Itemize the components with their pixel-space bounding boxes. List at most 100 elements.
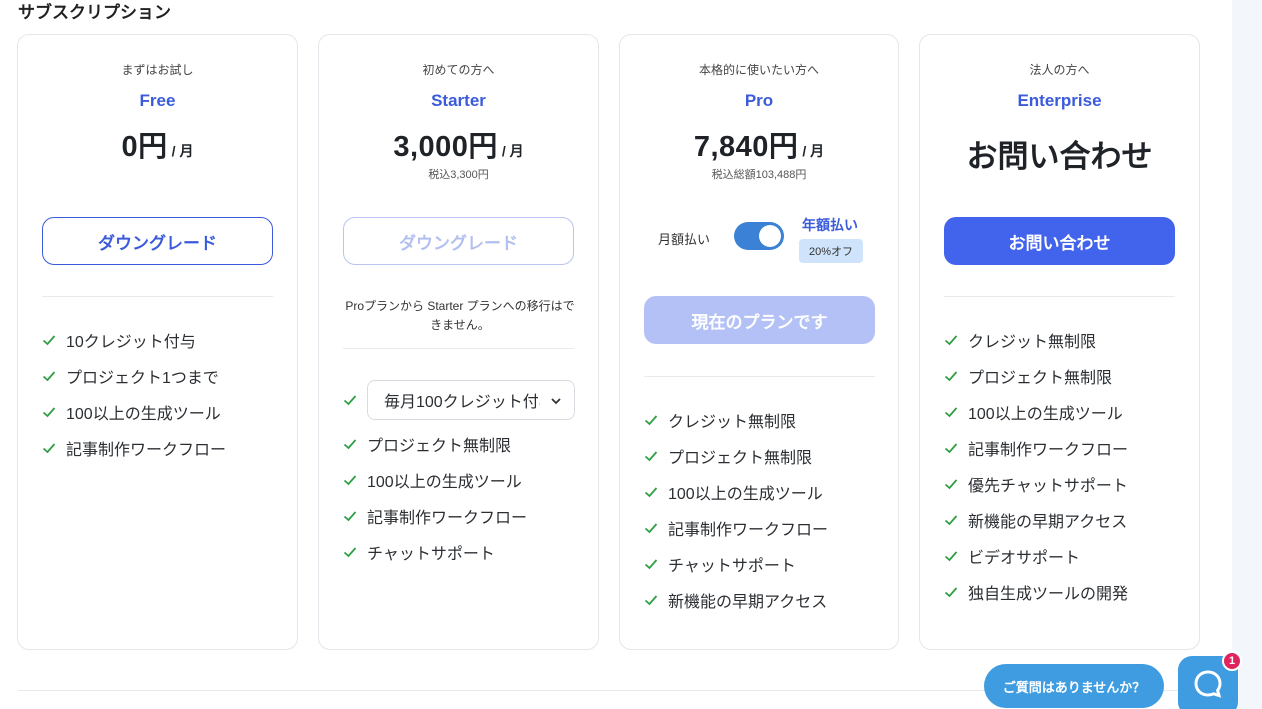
feature-label: 記事制作ワークフロー	[367, 510, 528, 527]
feature-list: クレジット無制限 プロジェクト無制限 100以上の生成ツール 記事制作ワークフロ…	[644, 402, 884, 618]
feature-item: プロジェクト無制限	[944, 358, 1184, 394]
feature-item: 100以上の生成ツール	[644, 474, 884, 510]
downgrade-button-disabled: ダウングレード	[343, 217, 574, 265]
price-unit: / 月	[171, 143, 194, 159]
yearly-billing-label[interactable]: 年額払い	[802, 215, 858, 235]
divider	[42, 296, 273, 297]
feature-label: クレジット無制限	[968, 334, 1097, 351]
feature-label: 記事制作ワークフロー	[668, 522, 829, 539]
toggle-knob	[759, 225, 781, 247]
plan-card-pro: 本格的に使いたい方へ Pro 7,840円 / 月 税込総額103,488円 月額…	[619, 34, 899, 650]
check-icon	[644, 485, 658, 499]
plan-name: Starter	[431, 91, 486, 110]
price-amount: 7,840円	[693, 131, 799, 163]
feature-item: 記事制作ワークフロー	[944, 430, 1184, 466]
feature-label: 100以上の生成ツール	[66, 406, 221, 423]
check-icon	[944, 477, 958, 491]
chat-prompt-bubble[interactable]: ご質問はありませんか？	[984, 664, 1164, 708]
monthly-billing-label[interactable]: 月額払い	[658, 229, 710, 248]
feature-item: 100以上の生成ツール	[944, 394, 1184, 430]
feature-label: 10クレジット付与	[66, 334, 196, 351]
chevron-down-icon	[550, 394, 562, 412]
plan-price: 3,000円 / 月	[319, 123, 598, 165]
feature-list: プロジェクト無制限 100以上の生成ツール 記事制作ワークフロー チャットサポー…	[343, 426, 583, 570]
feature-list: 10クレジット付与 プロジェクト1つまで 100以上の生成ツール 記事制作ワーク…	[42, 322, 282, 466]
feature-label: クレジット無制限	[668, 414, 797, 431]
check-icon	[944, 441, 958, 455]
discount-badge: 20%オフ	[799, 239, 863, 263]
chat-icon	[1192, 668, 1224, 705]
feature-label: 記事制作ワークフロー	[968, 442, 1129, 459]
plan-subtitle: 初めての方へ	[422, 63, 495, 77]
feature-item: 新機能の早期アクセス	[644, 582, 884, 618]
check-icon	[42, 441, 56, 455]
check-icon	[42, 333, 56, 347]
check-icon	[644, 413, 658, 427]
check-icon	[42, 369, 56, 383]
check-icon	[944, 369, 958, 383]
feature-item: プロジェクト1つまで	[42, 358, 282, 394]
feature-item: 100以上の生成ツール	[343, 462, 583, 498]
plan-card-enterprise: 法人の方へ Enterprise お問い合わせ お問い合わせ クレジット無制限 …	[919, 34, 1200, 650]
feature-item: チャットサポート	[343, 534, 583, 570]
check-icon	[343, 509, 357, 523]
plan-name: Free	[139, 91, 176, 110]
feature-label: プロジェクト無制限	[367, 438, 512, 455]
downgrade-button[interactable]: ダウングレード	[42, 217, 273, 265]
plan-subtitle: まずはお試し	[121, 63, 194, 77]
plan-card-starter: 初めての方へ Starter 3,000円 / 月 税込3,300円 ダウングレー…	[318, 34, 599, 650]
feature-item: 優先チャットサポート	[944, 466, 1184, 502]
notification-badge: 1	[1222, 651, 1242, 671]
feature-label: 新機能の早期アクセス	[668, 594, 828, 611]
right-panel-edge	[1232, 0, 1262, 709]
check-icon	[644, 593, 658, 607]
plan-card-free: まずはお試し Free 0円 / 月 ダウングレード 10クレジット付与 プロジェ…	[17, 34, 298, 650]
plan-name: Pro	[744, 91, 774, 110]
credit-amount-select[interactable]: 毎月100クレジット付与	[367, 380, 575, 420]
divider	[944, 296, 1175, 297]
check-icon	[944, 549, 958, 563]
select-value: 毎月100クレジット付与	[384, 394, 540, 411]
check-icon	[944, 513, 958, 527]
feature-item: 記事制作ワークフロー	[42, 430, 282, 466]
credit-select-row: 毎月100クレジット付与	[343, 380, 575, 420]
feature-label: 新機能の早期アクセス	[968, 514, 1128, 531]
feature-label: 100以上の生成ツール	[968, 406, 1123, 423]
check-icon	[343, 473, 357, 487]
check-icon	[343, 393, 357, 407]
check-icon	[42, 405, 56, 419]
feature-item: 10クレジット付与	[42, 322, 282, 358]
feature-item: 新機能の早期アクセス	[944, 502, 1184, 538]
feature-item: 100以上の生成ツール	[42, 394, 282, 430]
feature-label: プロジェクト1つまで	[66, 370, 219, 387]
plan-subtitle: 法人の方へ	[1029, 63, 1090, 77]
feature-item: 記事制作ワークフロー	[343, 498, 583, 534]
tax-included-total: 税込総額103,488円	[711, 169, 807, 181]
plan-name: Enterprise	[1017, 91, 1102, 110]
check-icon	[944, 405, 958, 419]
feature-label: チャットサポート	[367, 546, 495, 563]
plan-price: 7,840円 / 月	[620, 123, 898, 165]
divider	[343, 348, 574, 349]
page-title: サブスクリプション	[18, 3, 171, 22]
feature-label: 記事制作ワークフロー	[66, 442, 227, 459]
price-unit: / 月	[501, 143, 524, 159]
check-icon	[944, 333, 958, 347]
billing-cycle-toggle[interactable]	[734, 222, 784, 250]
current-plan-button: 現在のプランです	[644, 296, 875, 344]
feature-item: プロジェクト無制限	[644, 438, 884, 474]
feature-label: ビデオサポート	[968, 550, 1081, 567]
check-icon	[644, 521, 658, 535]
check-icon	[644, 449, 658, 463]
feature-label: プロジェクト無制限	[668, 450, 813, 467]
feature-label: 優先チャットサポート	[968, 478, 1128, 495]
feature-item: チャットサポート	[644, 546, 884, 582]
feature-label: チャットサポート	[668, 558, 796, 575]
price-unit: / 月	[802, 143, 825, 159]
feature-item: クレジット無制限	[644, 402, 884, 438]
contact-us-button[interactable]: お問い合わせ	[944, 217, 1175, 265]
feature-label: 独自生成ツールの開発	[968, 586, 1129, 603]
check-icon	[944, 585, 958, 599]
tax-included-price: 税込3,300円	[428, 169, 489, 181]
feature-list: クレジット無制限 プロジェクト無制限 100以上の生成ツール 記事制作ワークフロ…	[944, 322, 1184, 610]
